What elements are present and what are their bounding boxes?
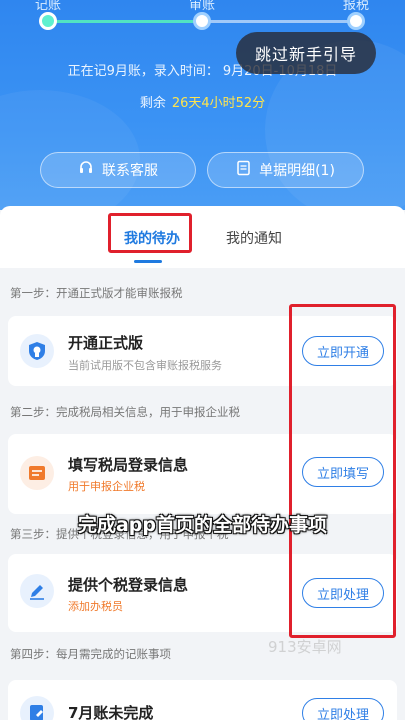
tax-icon [20,456,54,490]
card-subtitle: 当前试用版不包含审账报税服务 [68,359,222,372]
progress-step-labels: 记账 审账 报税 [0,0,405,13]
pen-icon [20,574,54,608]
ledger-icon [20,696,54,720]
remaining-value: 26天4小时52分 [171,96,266,111]
step-2-title: 第二步：完成税局相关信息，用于申报企业税 [10,405,240,419]
progress-node-review [193,12,211,30]
receipts-detail-label: 单据明细(1) [259,163,335,179]
progress-fill [48,20,202,23]
document-icon [236,160,251,180]
card-title: 提供个税登录信息 [68,576,189,594]
handle-now-button[interactable]: 立即处理 [302,698,384,720]
step-1-title: 第一步：开通正式版才能审账报税 [10,286,183,300]
remaining-time: 剩余 26天4小时52分 [0,92,405,111]
watermark: 913安卓网 [268,638,342,656]
upgrade-now-button[interactable]: 立即开通 [302,336,384,366]
badge-icon [20,334,54,368]
card-subtitle: 添加办税员 [68,600,123,613]
progress-node-bookkeeping [39,12,57,30]
card-title: 填写税局登录信息 [68,456,189,474]
tab-bar: 我的待办 我的通知 [0,206,405,268]
card-title: 开通正式版 [68,334,144,352]
receipts-detail-button[interactable]: 单据明细(1) [207,152,364,188]
period-text: 正在记9月账，录入时间： [67,64,219,79]
fill-now-button[interactable]: 立即填写 [302,457,384,487]
remaining-label: 剩余 [139,96,166,111]
tab-my-todo[interactable]: 我的待办 [124,228,180,248]
active-tab-indicator [134,260,162,263]
contact-service-button[interactable]: 联系客服 [40,152,196,188]
contact-service-label: 联系客服 [102,163,158,179]
card-title: 7月账未完成 [68,704,154,720]
progress-node-tax [347,12,365,30]
card-subtitle: 用于申报企业税 [68,480,145,493]
step-4-title: 第四步：每月需完成的记账事项 [10,647,171,661]
skip-guide-button[interactable]: 跳过新手引导 [236,32,376,74]
tab-my-notifications[interactable]: 我的通知 [226,228,282,248]
video-caption: 完成app首页的全部待办事项 [77,514,328,536]
handle-now-button[interactable]: 立即处理 [302,578,384,608]
headset-icon [78,160,94,180]
